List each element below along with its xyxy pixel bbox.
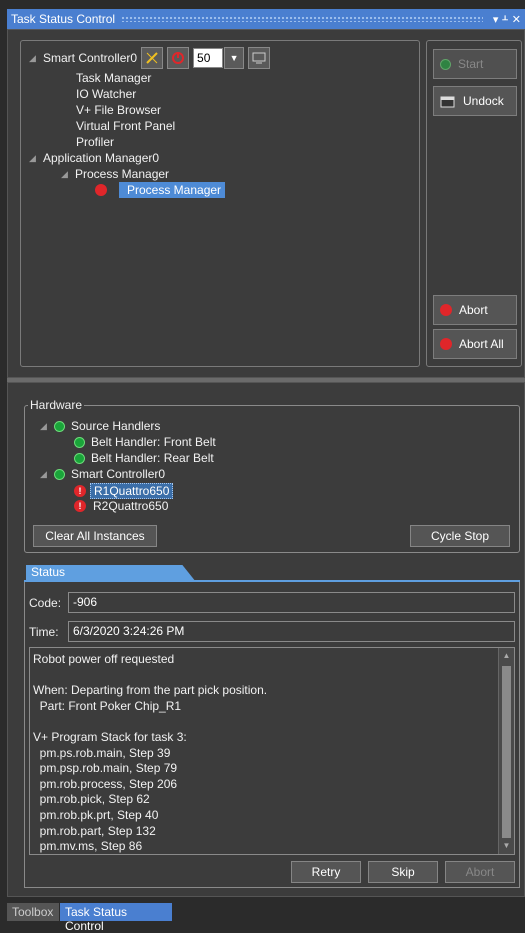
dropdown-arrow-icon[interactable]: ▾	[493, 13, 499, 26]
green-status-icon	[440, 58, 451, 70]
time-label: Time:	[29, 625, 59, 639]
tree-node-label: R1Quattro650	[90, 483, 174, 499]
tree-node-profiler[interactable]: Profiler	[76, 135, 114, 149]
chevron-down-icon: ▼	[229, 53, 239, 63]
ok-status-icon	[74, 452, 85, 464]
tree-node-r1quattro[interactable]: ! R1Quattro650	[74, 483, 174, 499]
task-panel: ◢ Smart Controller0 50 ▼ Task Manager IO…	[7, 29, 525, 378]
tree-node-task-manager[interactable]: Task Manager	[76, 71, 151, 85]
error-status-icon	[95, 184, 107, 196]
tree-node-front-belt[interactable]: Belt Handler: Front Belt	[74, 435, 216, 449]
start-button[interactable]: Start	[433, 49, 517, 79]
scroll-up-icon[interactable]: ▲	[499, 649, 514, 663]
scroll-down-icon[interactable]: ▼	[499, 839, 514, 853]
slash-icon	[146, 52, 158, 64]
undock-button[interactable]: Undock	[433, 86, 517, 116]
start-label: Start	[458, 57, 484, 71]
collapse-icon[interactable]: ◢	[40, 421, 54, 432]
window-title: Task Status Control	[11, 12, 116, 26]
tree-node-label: V+ File Browser	[76, 103, 162, 117]
bottom-tab-bar: Toolbox Task Status Control	[7, 901, 525, 933]
tree-node-smart-controller[interactable]: ◢ Smart Controller0 50 ▼	[29, 47, 271, 69]
power-button[interactable]	[167, 47, 190, 69]
message-text: Robot power off requested When: Departin…	[33, 652, 268, 854]
task-button-panel: Start Undock Abort Abort All	[426, 40, 522, 367]
speed-dropdown-button[interactable]: ▼	[224, 47, 245, 69]
speed-input[interactable]: 50	[193, 48, 224, 68]
tree-node-label: Belt Handler: Front Belt	[91, 435, 216, 449]
status-panel: Hardware ◢ Source Handlers Belt Handler:…	[7, 382, 525, 897]
tree-node-io-watcher[interactable]: IO Watcher	[76, 87, 136, 101]
message-scrollbar[interactable]: ▲ ▼	[498, 648, 514, 854]
collapse-icon[interactable]: ◢	[29, 153, 43, 164]
tree-node-label: Smart Controller0	[43, 51, 138, 65]
collapse-icon[interactable]: ◢	[61, 169, 75, 180]
monitor-icon	[252, 52, 266, 64]
tree-node-source-handlers[interactable]: ◢ Source Handlers	[40, 419, 160, 433]
tab-status[interactable]: Status	[26, 565, 196, 582]
abort-error-button[interactable]: Abort	[445, 861, 515, 883]
tree-node-label: IO Watcher	[76, 87, 137, 101]
scroll-thumb[interactable]	[502, 666, 511, 838]
code-label: Code:	[29, 596, 62, 610]
code-field[interactable]: -906	[68, 592, 515, 613]
tree-node-label: Task Manager	[76, 71, 152, 85]
abort-all-label: Abort All	[459, 337, 504, 351]
tree-node-label: Process Manager	[119, 182, 226, 198]
abort-all-button[interactable]: Abort All	[433, 329, 517, 359]
ok-status-icon	[54, 420, 65, 432]
abort-label: Abort	[459, 303, 488, 317]
undock-icon	[440, 96, 455, 108]
tree-node-label: Source Handlers	[71, 419, 161, 433]
skip-button[interactable]: Skip	[368, 861, 438, 883]
message-area[interactable]: Robot power off requested When: Departin…	[29, 647, 515, 855]
tree-node-virtual-front-panel[interactable]: Virtual Front Panel	[76, 119, 175, 133]
tree-node-rear-belt[interactable]: Belt Handler: Rear Belt	[74, 451, 214, 465]
pin-icon[interactable]: ᚆ	[502, 13, 507, 26]
power-icon	[172, 52, 185, 64]
tree-node-label: Process Manager	[75, 167, 170, 181]
ok-status-icon	[74, 436, 85, 448]
task-tree: ◢ Smart Controller0 50 ▼ Task Manager IO…	[20, 40, 420, 367]
tree-node-label: Smart Controller0	[71, 467, 166, 481]
tree-node-smart-controller-hw[interactable]: ◢ Smart Controller0	[40, 467, 165, 481]
collapse-icon[interactable]: ◢	[29, 53, 43, 64]
tree-node-label: R2Quattro650	[93, 499, 169, 513]
abort-button[interactable]: Abort	[433, 295, 517, 325]
time-field[interactable]: 6/3/2020 3:24:26 PM	[68, 621, 515, 642]
error-icon: !	[74, 500, 86, 512]
ok-status-icon	[54, 468, 65, 480]
tree-node-label: Virtual Front Panel	[76, 119, 176, 133]
tree-node-label: Application Manager0	[43, 151, 160, 165]
error-icon: !	[74, 485, 86, 497]
clear-all-instances-button[interactable]: Clear All Instances	[33, 525, 157, 547]
tree-node-label: Profiler	[76, 135, 115, 149]
undock-label: Undock	[463, 94, 504, 108]
retry-button[interactable]: Retry	[291, 861, 361, 883]
window-title-bar[interactable]: Task Status Control ▾ ᚆ ✕	[7, 9, 525, 29]
title-grip	[121, 16, 483, 22]
cycle-stop-button[interactable]: Cycle Stop	[410, 525, 510, 547]
hardware-legend: Hardware	[28, 398, 85, 412]
tab-toolbox[interactable]: Toolbox	[7, 903, 59, 921]
abort-icon	[440, 304, 452, 316]
tree-node-process-manager-child[interactable]: Process Manager	[95, 182, 226, 198]
monitor-button[interactable]	[248, 47, 271, 69]
tree-node-file-browser[interactable]: V+ File Browser	[76, 103, 161, 117]
tree-node-r2quattro[interactable]: ! R2Quattro650	[74, 499, 168, 513]
tree-node-label: Belt Handler: Rear Belt	[91, 451, 214, 465]
toggle-icon-button[interactable]	[141, 47, 164, 69]
collapse-icon[interactable]: ◢	[40, 469, 54, 480]
abort-all-icon	[440, 338, 452, 350]
tab-task-status-control[interactable]: Task Status Control	[60, 903, 172, 933]
close-icon[interactable]: ✕	[512, 13, 521, 26]
tree-node-application-manager[interactable]: ◢ Application Manager0	[29, 151, 159, 165]
status-content: Code: -906 Time: 6/3/2020 3:24:26 PM Rob…	[24, 582, 520, 888]
tree-node-process-manager[interactable]: ◢ Process Manager	[61, 167, 169, 181]
